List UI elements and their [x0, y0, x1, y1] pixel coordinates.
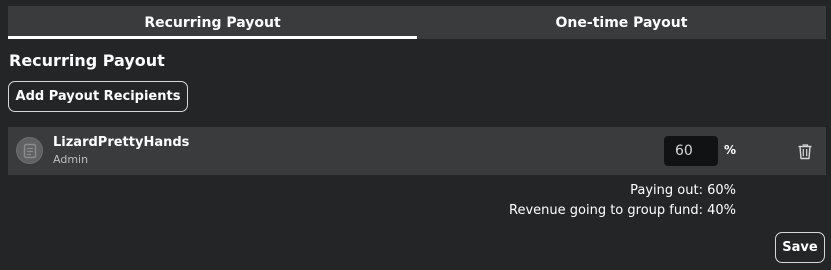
payout-tabs: Recurring Payout One-time Payout: [8, 6, 826, 39]
tab-label: One-time Payout: [555, 14, 688, 31]
tab-one-time-payout[interactable]: One-time Payout: [417, 6, 826, 39]
trash-icon[interactable]: [796, 142, 814, 160]
add-payout-recipients-button[interactable]: Add Payout Recipients: [8, 81, 188, 112]
save-button[interactable]: Save: [775, 232, 825, 263]
recipient-role: Admin: [53, 153, 89, 166]
percent-sign: %: [724, 143, 737, 157]
avatar-placeholder-icon: [16, 137, 43, 164]
group-fund-summary: Revenue going to group fund: 40%: [509, 203, 736, 218]
tab-label: Recurring Payout: [144, 14, 281, 31]
tab-recurring-payout[interactable]: Recurring Payout: [8, 6, 417, 39]
section-title: Recurring Payout: [9, 51, 165, 70]
recipient-row: LizardPrettyHands Admin %: [8, 127, 826, 175]
recipient-name: LizardPrettyHands: [53, 135, 190, 150]
recurring-payout-page: Recurring Payout One-time Payout Recurri…: [0, 0, 831, 270]
payout-percent-input[interactable]: [664, 136, 718, 166]
paying-out-summary: Paying out: 60%: [630, 183, 736, 198]
